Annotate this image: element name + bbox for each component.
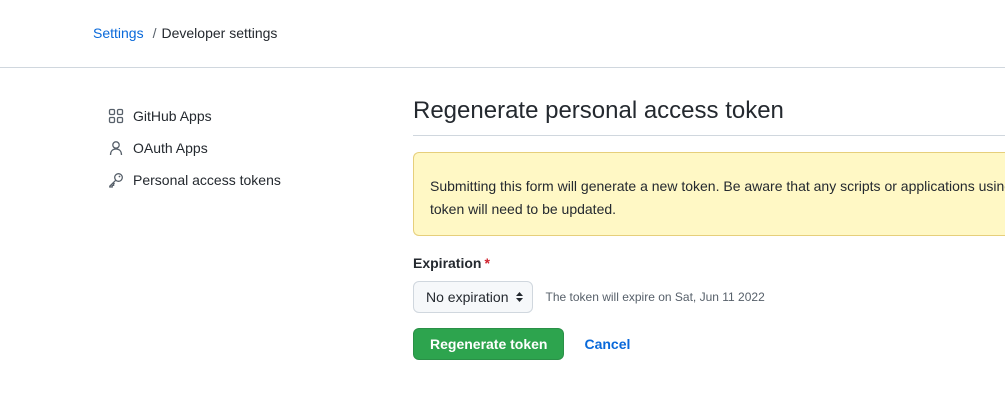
person-icon: [108, 140, 124, 156]
sidebar-item-label: Personal access tokens: [133, 172, 281, 188]
expiration-label: Expiration *: [413, 253, 1005, 273]
expiration-row: No expiration The token will expire on S…: [413, 281, 1005, 313]
main-content: Regenerate personal access token Submitt…: [413, 96, 1005, 360]
warning-flash-text: Submitting this form will generate a new…: [430, 178, 1005, 217]
select-caret-icon: [515, 291, 524, 303]
breadcrumb: Settings / Developer settings: [93, 24, 277, 42]
breadcrumb-current: Developer settings: [161, 25, 278, 41]
sidebar-item-oauth-apps[interactable]: OAuth Apps: [108, 136, 368, 160]
cancel-link[interactable]: Cancel: [584, 336, 630, 352]
header-divider: [0, 67, 1005, 68]
sidebar-item-label: OAuth Apps: [133, 140, 208, 156]
expiration-select[interactable]: No expiration: [413, 281, 533, 313]
breadcrumb-separator: /: [152, 25, 157, 41]
sidebar: GitHub Apps OAuth Apps Personal access t…: [108, 104, 368, 200]
page-title: Regenerate personal access token: [413, 96, 1005, 136]
apps-grid-icon: [108, 108, 124, 124]
sidebar-item-personal-access-tokens[interactable]: Personal access tokens: [108, 168, 368, 192]
key-icon: [108, 172, 124, 188]
form-actions: Regenerate token Cancel: [413, 328, 1005, 360]
sidebar-item-github-apps[interactable]: GitHub Apps: [108, 104, 368, 128]
expiration-note: The token will expire on Sat, Jun 11 202…: [545, 290, 765, 304]
expiration-select-value: No expiration: [426, 289, 509, 305]
sidebar-item-label: GitHub Apps: [133, 108, 212, 124]
expiration-label-text: Expiration: [413, 255, 482, 271]
breadcrumb-settings-link[interactable]: Settings: [93, 24, 144, 42]
page: Settings / Developer settings GitHub App…: [0, 0, 1005, 401]
regenerate-token-button[interactable]: Regenerate token: [413, 328, 565, 360]
warning-flash: Submitting this form will generate a new…: [413, 152, 1005, 236]
required-marker: *: [484, 255, 490, 271]
